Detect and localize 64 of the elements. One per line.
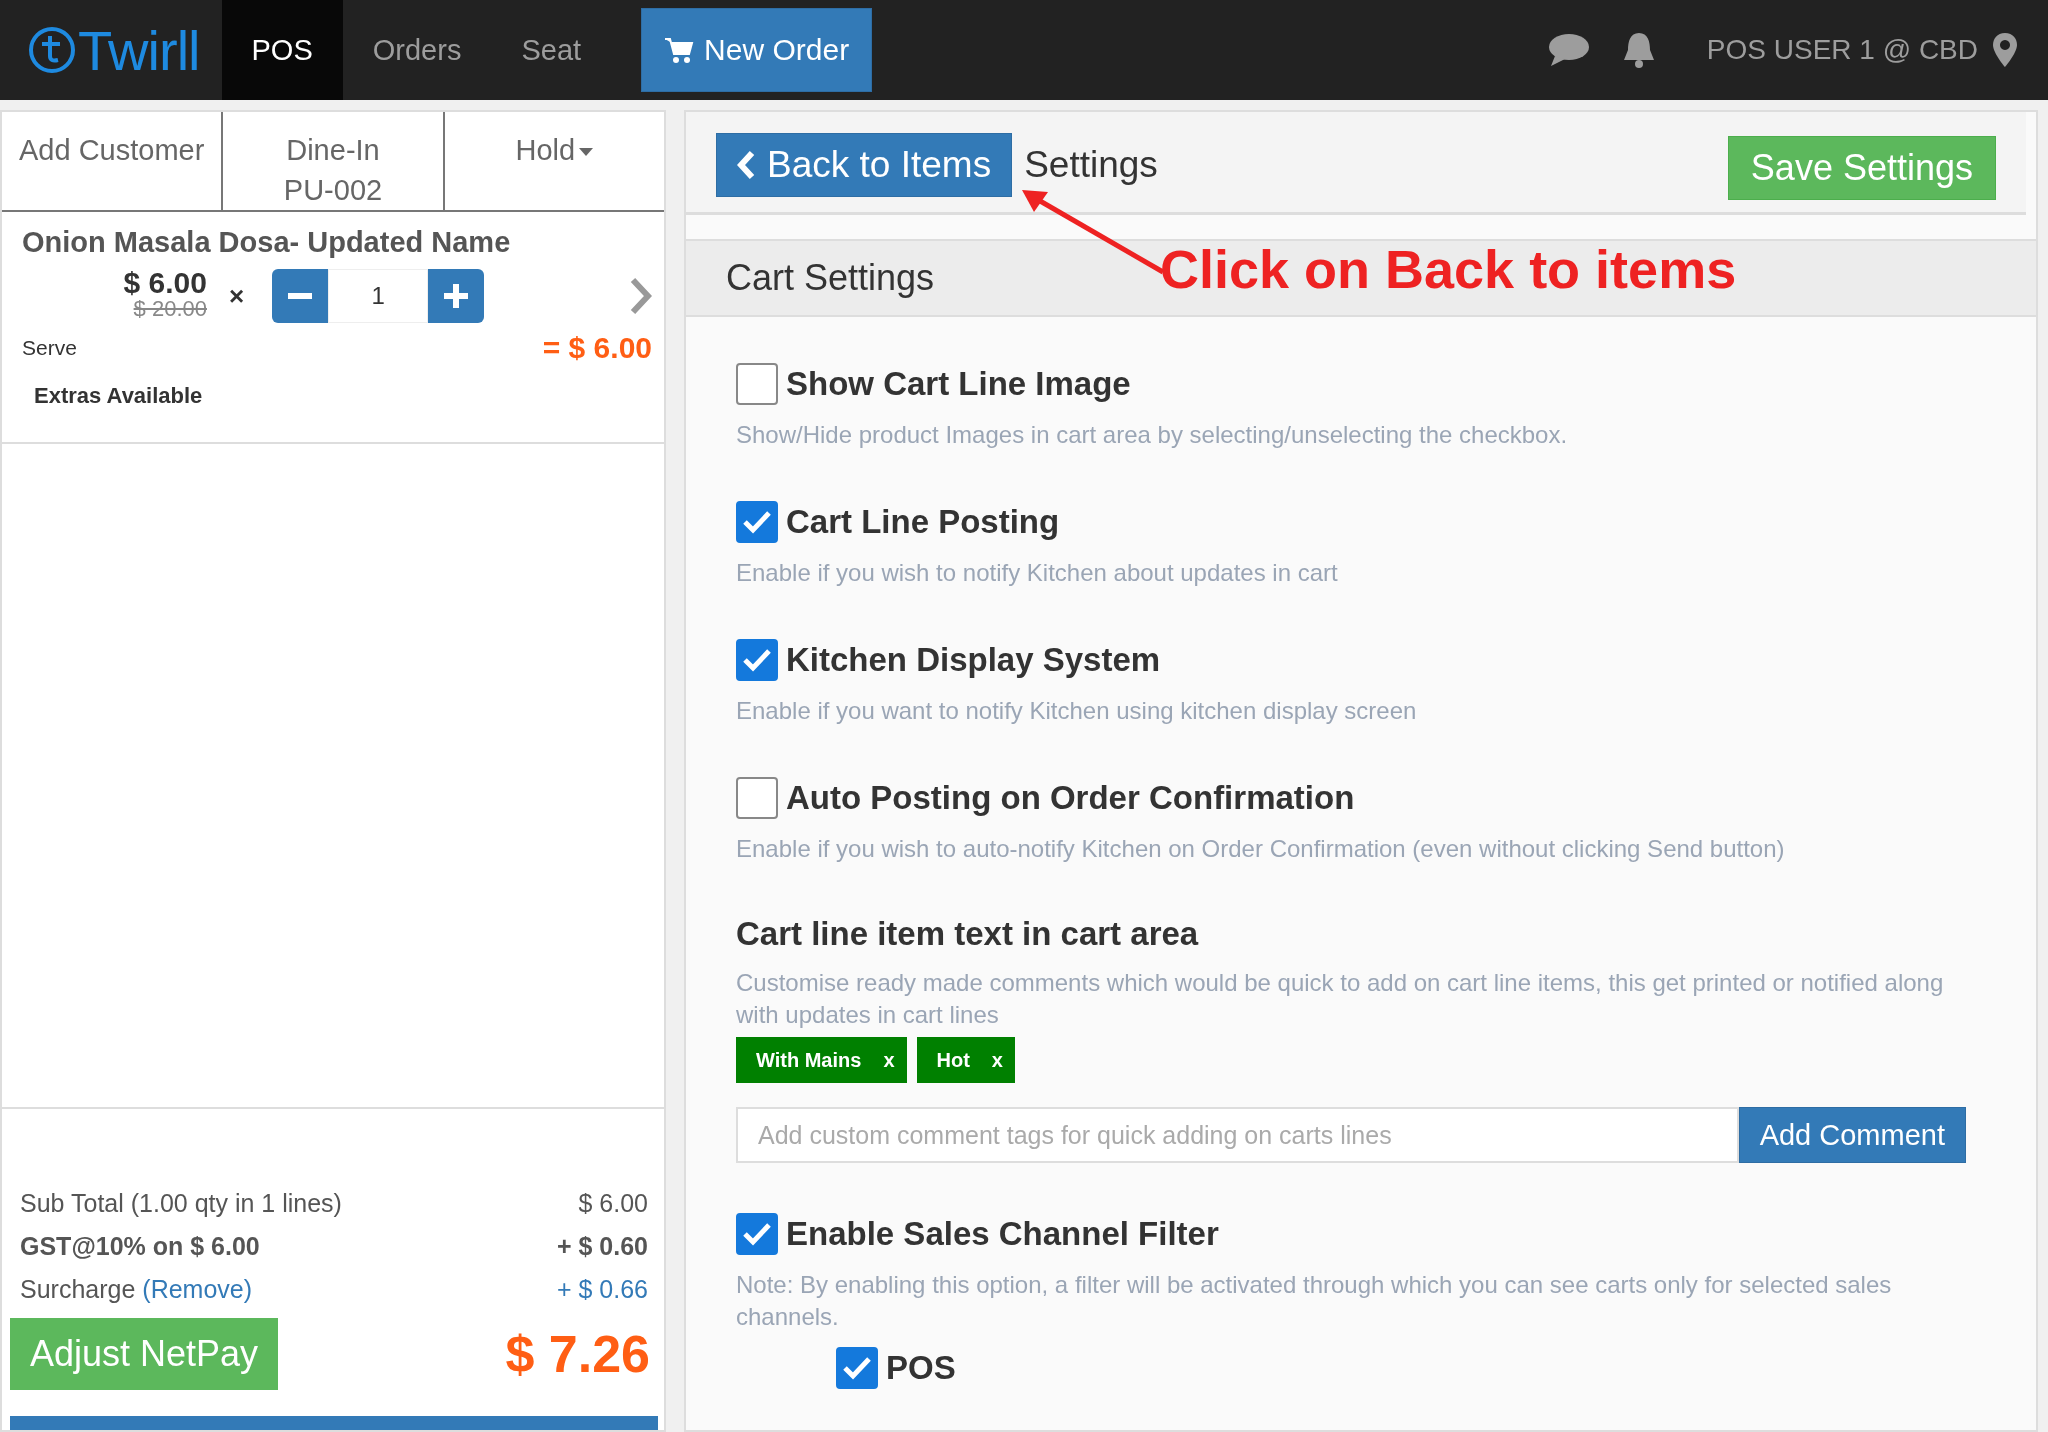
remove-tag-button[interactable]: x	[991, 1048, 1003, 1072]
tax-label: GST@10% on $ 6.00	[20, 1232, 260, 1261]
nav-tab[interactable]: POS	[221, 0, 343, 100]
comment-tag: Hot x	[916, 1037, 1015, 1083]
item-name: Onion Masala Dosa- Updated Name	[22, 226, 512, 259]
surcharge-label: Surcharge	[20, 1275, 136, 1303]
option-description: Note: By enabling this option, a filter will be activated through which you can see carts only for selected sales channels.	[736, 1270, 1893, 1332]
checkmark-icon	[742, 1221, 772, 1247]
back-to-items-button[interactable]: Back to Items	[716, 133, 1013, 197]
annotation-text: Click on Back to items	[1160, 238, 1737, 300]
option-description: Enable if you want to notify Kitchen using kitchen display screen	[736, 696, 1418, 726]
line-total: = $ 6.00	[542, 331, 652, 365]
comment-input-field[interactable]: Add custom comment tags for quick adding on carts lines	[736, 1107, 1739, 1163]
option-title: Enable Sales Channel Filter	[786, 1215, 1219, 1253]
checkbox[interactable]	[736, 639, 778, 681]
subtotal-value: $ 6.00	[578, 1189, 648, 1218]
chevron-right-icon[interactable]	[630, 277, 652, 315]
logo-text: Twirll	[78, 17, 200, 83]
nav-tab[interactable]: Orders	[342, 0, 492, 100]
chat-icon[interactable]	[1546, 32, 1591, 68]
page-title: Settings	[1024, 144, 1158, 186]
checkbox[interactable]	[736, 1213, 778, 1255]
decrease-button[interactable]	[272, 269, 329, 323]
item-price: $ 6.00	[123, 270, 207, 296]
nav-tab[interactable]: Seat	[491, 0, 612, 100]
increase-button[interactable]	[428, 269, 485, 323]
channel-label: POS	[886, 1349, 956, 1387]
net-total: $ 7.26	[505, 1324, 650, 1384]
serve-label: Serve	[22, 336, 77, 360]
minus-icon	[288, 293, 313, 299]
option-description: Customise ready made comments which would be quick to add on cart line items, this get printed or notified along with updates in cart lines	[736, 968, 1945, 1030]
checkmark-icon	[742, 509, 772, 535]
add-comment-button[interactable]: Add Comment	[1738, 1107, 1966, 1163]
surcharge-value: + $ 0.66	[556, 1275, 648, 1304]
checkmark-icon	[842, 1355, 872, 1381]
plus-icon	[444, 284, 469, 308]
checkbox[interactable]	[736, 363, 778, 405]
checkbox[interactable]	[736, 777, 778, 819]
option-description: Enable if you wish to notify Kitchen about updates in cart	[736, 558, 1339, 588]
checkbox[interactable]	[836, 1347, 878, 1389]
option-title: Cart Line Posting	[786, 503, 1060, 541]
tax-value: + $ 0.60	[556, 1232, 648, 1261]
logo-icon	[28, 26, 76, 74]
comment-tag: With Mains x	[736, 1037, 907, 1083]
user-location[interactable]: POS USER 1 @ CBD	[1706, 34, 1978, 66]
remove-link[interactable]: (Remove)	[142, 1275, 253, 1303]
remove-tag-button[interactable]: x	[883, 1048, 895, 1072]
option-title: Auto Posting on Order Confirmation	[786, 779, 1355, 817]
option-description: Enable if you wish to auto-notify Kitchen on Order Confirmation (even without clicking Send button)	[736, 834, 1786, 864]
option-title: Kitchen Display System	[786, 641, 1161, 679]
extras-label: Extras Available	[34, 383, 204, 409]
quantity-field[interactable]: 1	[328, 269, 429, 323]
map-pin-icon[interactable]	[1992, 32, 2018, 68]
original-price: $ 20.00	[133, 296, 207, 322]
chevron-left-icon	[737, 150, 755, 180]
option-title: Cart line item text in cart area	[736, 915, 1200, 953]
cart-icon	[664, 36, 695, 64]
new-order-button[interactable]: New Order	[641, 8, 873, 92]
option-title: Show Cart Line Image	[786, 365, 1131, 403]
subtotal-label: Sub Total (1.00 qty in 1 lines)	[20, 1189, 342, 1218]
times-sign: ×	[229, 280, 245, 312]
checkmark-icon	[742, 647, 772, 673]
checkbox[interactable]	[736, 501, 778, 543]
option-description: Show/Hide product Images in cart area by selecting/unselecting the checkbox.	[736, 420, 1569, 450]
